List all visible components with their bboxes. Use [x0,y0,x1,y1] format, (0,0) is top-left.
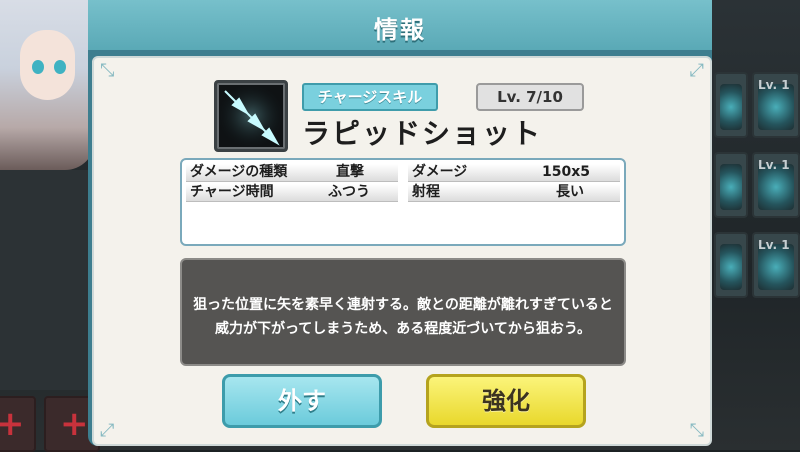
plus-icon: + [60,404,89,444]
corner-ornament-icon: ⤢ [689,60,704,81]
corner-ornament-icon: ⤢ [100,420,115,441]
stat-value-damage: 150x5 [542,164,590,180]
background-skill-slot: Lv. 1 [752,72,800,138]
dialog-body: ⤡ ⤢ ⤢ ⤡ チャージスキル Lv. 7/10 ラピッドショット ダメージの種… [92,56,712,446]
dialog-header: 情報 [88,0,712,50]
background-slot-level: Lv. 1 [758,78,790,92]
background-skill-slot: Lv. 1 [752,152,800,218]
stat-value-range: 長い [556,184,584,200]
background-skill-slot [714,152,748,218]
stat-value-charge-time: ふつう [328,184,370,200]
background-skill-icon [720,84,742,130]
skill-category-badge: チャージスキル [302,83,438,111]
plus-icon: + [0,404,25,444]
background-skill-slot: Lv. 1 [752,232,800,298]
skill-description-box: 狙った位置に矢を素早く連射する。敵との距離が離れすぎていると 威力が下がってしま… [180,258,626,366]
character-eye-right [54,60,66,74]
skill-name: ラピッドショット [302,117,543,150]
background-skill-slot [714,232,748,298]
corner-ornament-icon: ⤡ [100,60,115,81]
stat-label-damage-type: ダメージの種類 [190,164,288,180]
stat-label-damage: ダメージ [412,164,468,180]
stat-value-damage-type: 直撃 [336,164,364,180]
character-portrait [0,0,95,170]
background-skill-icon [720,244,742,290]
left-background-panel [0,170,96,390]
skill-level-badge: Lv. 7/10 [476,83,584,111]
corner-ornament-icon: ⤡ [689,420,704,441]
stat-label-charge-time: チャージ時間 [190,184,274,200]
upgrade-button[interactable]: 強化 [426,374,586,428]
background-slot-level: Lv. 1 [758,158,790,172]
character-eye-left [32,60,44,74]
background-skill-slot [714,72,748,138]
background-slot-level: Lv. 1 [758,238,790,252]
stat-label-range: 射程 [412,184,440,200]
background-add-slot: + [0,396,36,452]
background-skill-icon [720,164,742,210]
skill-description-line-2: 威力が下がってしまうため、ある程度近づいてから狙おう。 [214,321,592,337]
character-face [20,30,75,100]
dialog-title: 情報 [374,16,426,44]
skill-info-dialog: 情報 ⤡ ⤢ ⤢ ⤡ チャージスキル Lv. 7/10 ラピッドショット ダメー… [88,0,712,446]
triple-arrow-icon [214,80,288,152]
skill-stats-panel: ダメージの種類 直撃 チャージ時間 ふつう ダメージ 150x5 射程 長い [180,158,626,246]
remove-button[interactable]: 外す [222,374,382,428]
skill-description-line-1: 狙った位置に矢を素早く連射する。敵との距離が離れすぎていると [193,297,613,313]
